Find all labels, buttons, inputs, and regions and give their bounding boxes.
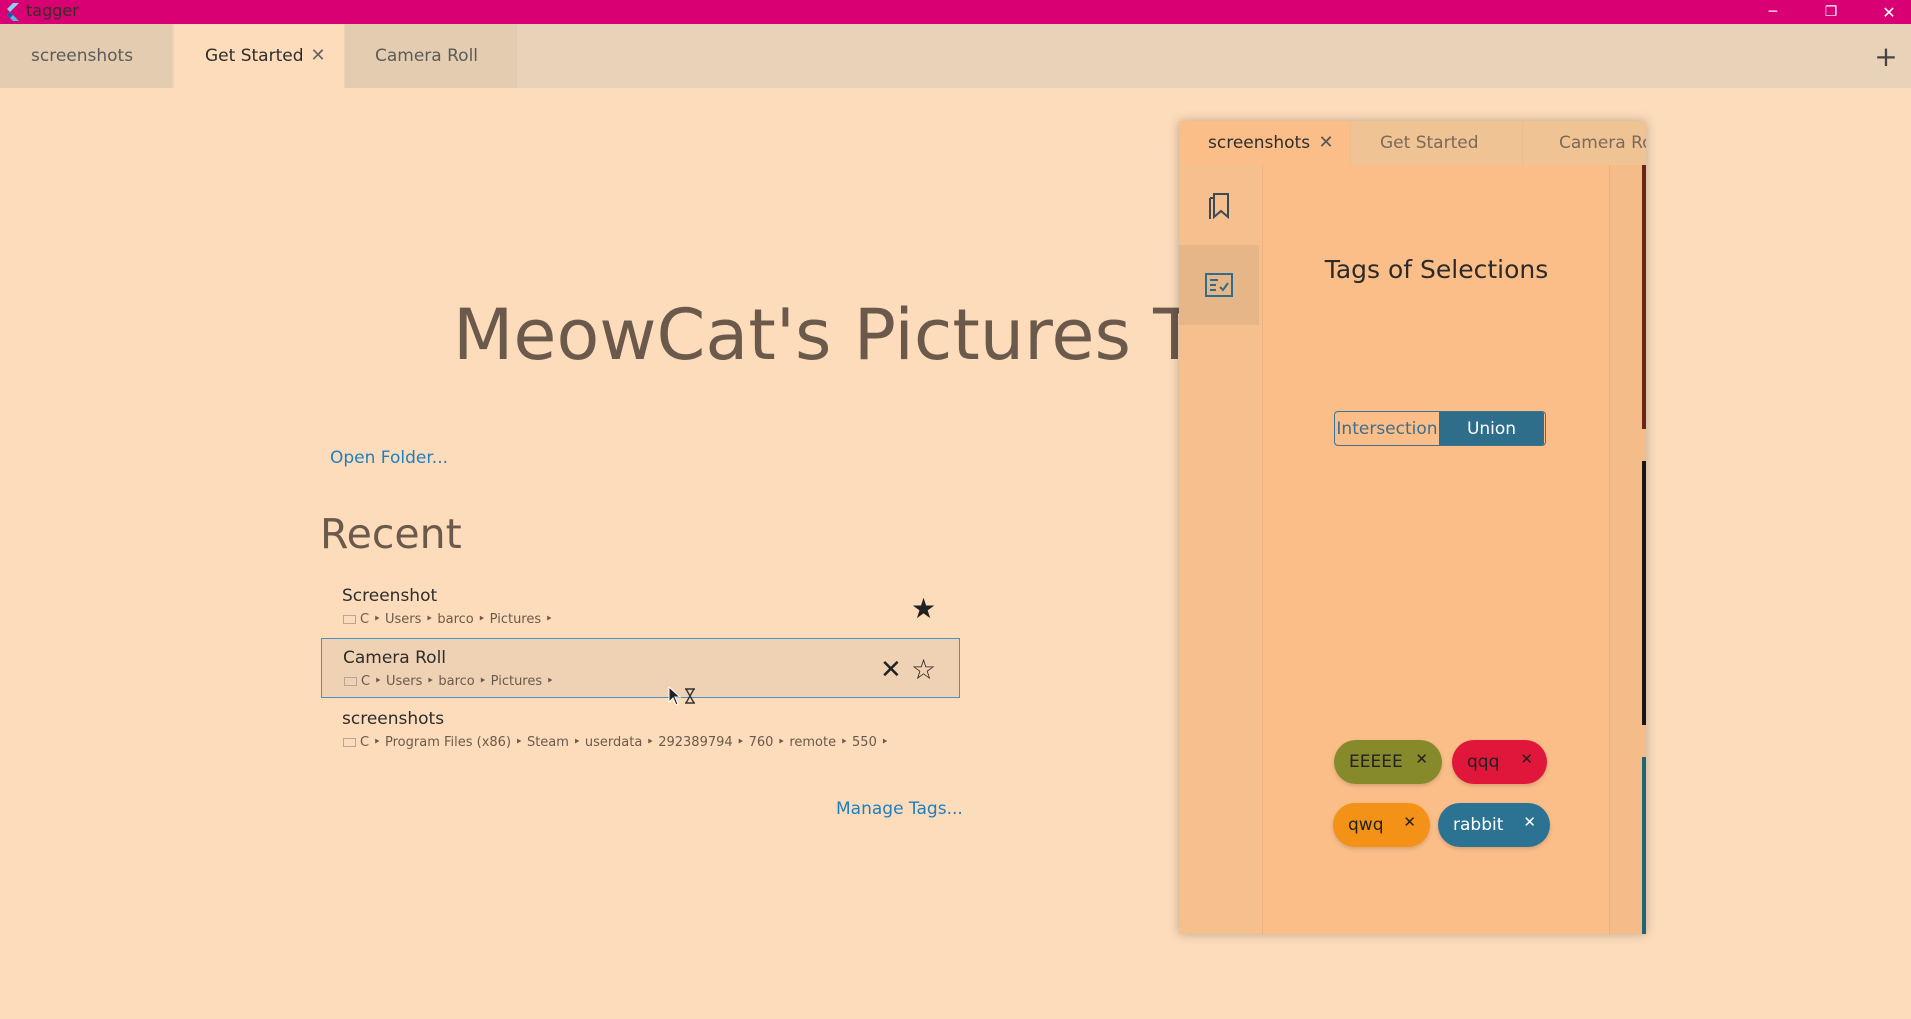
tag-chip-label: EEEEE bbox=[1349, 752, 1403, 772]
title-bar bbox=[0, 0, 1911, 24]
tag-chip-eeeee[interactable]: EEEEE ✕ bbox=[1334, 740, 1442, 784]
page-title: MeowCat's Pictures Tag bbox=[453, 294, 1179, 376]
drive-icon bbox=[343, 615, 356, 624]
thumbnail-preview bbox=[1642, 461, 1646, 725]
app-logo-icon bbox=[7, 3, 19, 21]
recent-item-path: C ‣ Users ‣ barco ‣ Pictures ‣ bbox=[344, 674, 554, 689]
remove-recent-icon[interactable]: ✕ bbox=[880, 655, 902, 685]
remove-tag-icon[interactable]: ✕ bbox=[1403, 813, 1416, 831]
tag-chip-qwq[interactable]: qwq ✕ bbox=[1333, 803, 1430, 847]
recent-heading: Recent bbox=[320, 510, 462, 558]
recent-item-path: C ‣ Program Files (x86) ‣ Steam ‣ userda… bbox=[343, 735, 889, 750]
tab-label: Camera Roll bbox=[375, 46, 479, 66]
tags-panel: screenshots ✕ Get Started Camera Roll Ta… bbox=[1179, 121, 1646, 934]
close-icon[interactable]: ✕ bbox=[308, 44, 328, 66]
tag-chip-rabbit[interactable]: rabbit ✕ bbox=[1438, 803, 1550, 847]
panel-tab-camera-roll[interactable]: Camera Roll bbox=[1523, 121, 1646, 165]
panel-content: Tags of Selections Intersection Union EE… bbox=[1264, 165, 1609, 934]
remove-tag-icon[interactable]: ✕ bbox=[1520, 750, 1533, 768]
hourglass-icon bbox=[685, 688, 695, 704]
recent-item-name: Camera Roll bbox=[343, 648, 447, 668]
tab-label: Camera Roll bbox=[1559, 133, 1646, 153]
recent-item-screenshots[interactable]: screenshots C ‣ Program Files (x86) ‣ St… bbox=[321, 700, 960, 760]
selection-tags-button[interactable] bbox=[1179, 245, 1259, 325]
panel-title: Tags of Selections bbox=[1324, 255, 1549, 284]
tag-chip-label: rabbit bbox=[1453, 815, 1504, 835]
panel-tab-strip: screenshots ✕ Get Started Camera Roll bbox=[1179, 121, 1646, 165]
app-title: tagger bbox=[26, 1, 79, 20]
recent-item-name: Screenshot bbox=[342, 586, 438, 606]
tab-label: screenshots bbox=[31, 46, 134, 66]
intersection-button[interactable]: Intersection bbox=[1335, 412, 1439, 445]
tab-label: Get Started bbox=[1380, 133, 1479, 153]
bookmarks-icon bbox=[1209, 193, 1229, 220]
panel-scrollbar[interactable] bbox=[1609, 165, 1646, 934]
star-outline-icon[interactable]: ☆ bbox=[911, 653, 936, 686]
tab-label: Get Started bbox=[205, 46, 304, 66]
open-folder-link[interactable]: Open Folder... bbox=[330, 448, 448, 468]
minimize-button[interactable]: ─ bbox=[1744, 0, 1802, 24]
tab-label: screenshots bbox=[1208, 133, 1311, 153]
recent-item-screenshot[interactable]: Screenshot C ‣ Users ‣ barco ‣ Pictures … bbox=[321, 577, 960, 637]
recent-item-name: screenshots bbox=[342, 709, 445, 729]
maximize-button[interactable]: ❐ bbox=[1802, 0, 1860, 24]
remove-tag-icon[interactable]: ✕ bbox=[1415, 750, 1428, 768]
tag-chip-label: qwq bbox=[1348, 815, 1384, 835]
mouse-cursor-icon bbox=[668, 686, 682, 706]
thumbnail-preview bbox=[1642, 757, 1646, 934]
drive-icon bbox=[344, 677, 357, 686]
tag-chip-qqq[interactable]: qqq ✕ bbox=[1452, 740, 1547, 784]
recent-item-camera-roll[interactable]: Camera Roll C ‣ Users ‣ barco ‣ Pictures… bbox=[321, 638, 960, 698]
close-icon[interactable]: ✕ bbox=[1316, 131, 1336, 153]
manage-tags-link[interactable]: Manage Tags... bbox=[836, 799, 963, 819]
checklist-icon bbox=[1205, 273, 1233, 297]
tab-camera-roll[interactable]: Camera Roll bbox=[345, 24, 517, 88]
union-button[interactable]: Union bbox=[1439, 412, 1544, 445]
remove-tag-icon[interactable]: ✕ bbox=[1523, 813, 1536, 831]
close-window-button[interactable]: ✕ bbox=[1860, 0, 1911, 24]
tag-chip-label: qqq bbox=[1467, 752, 1500, 772]
bookmarks-button[interactable] bbox=[1179, 165, 1259, 245]
star-filled-icon[interactable]: ★ bbox=[911, 592, 936, 625]
panel-tab-get-started[interactable]: Get Started bbox=[1351, 121, 1522, 165]
panel-nav-rail bbox=[1179, 165, 1263, 934]
tab-screenshots[interactable]: screenshots bbox=[0, 24, 172, 88]
thumbnail-preview bbox=[1642, 165, 1646, 429]
tag-mode-toggle: Intersection Union bbox=[1334, 411, 1546, 446]
drive-icon bbox=[343, 738, 356, 747]
recent-item-path: C ‣ Users ‣ barco ‣ Pictures ‣ bbox=[343, 612, 553, 627]
add-tab-button[interactable]: + bbox=[1873, 40, 1899, 73]
